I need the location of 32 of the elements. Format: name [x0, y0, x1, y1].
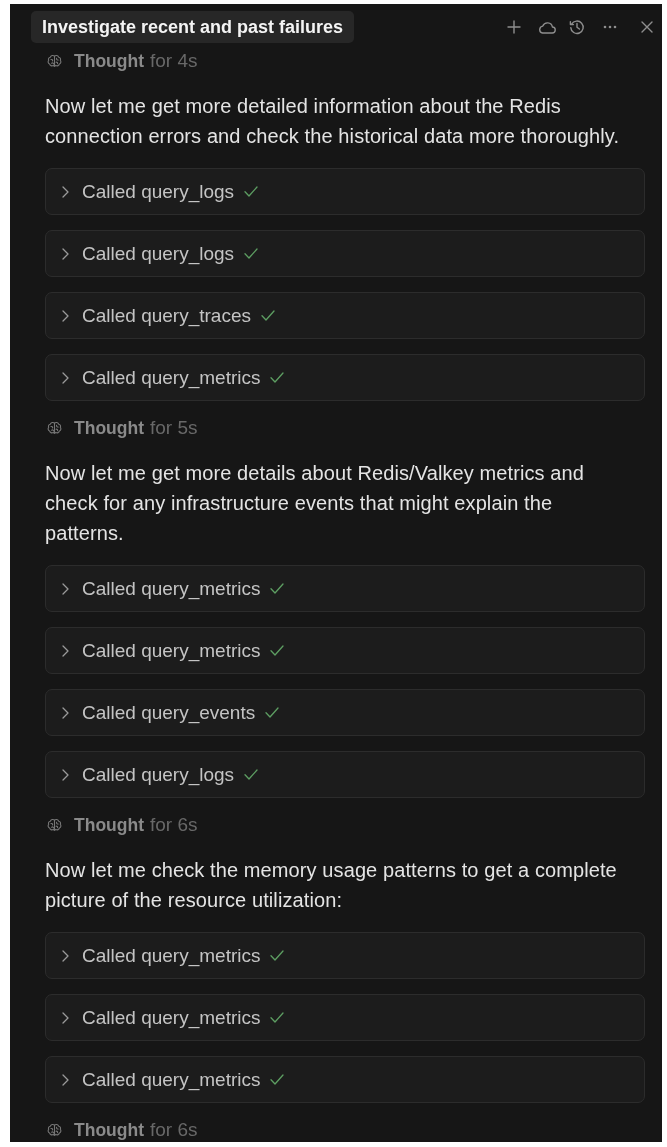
message-text: Now let me check the memory usage patterns to get a complete picture of the resource utilization: — [45, 858, 618, 913]
message-text: Now let me get more detailed information about the Redis connection errors and check the historical data more thoroughly. — [45, 94, 621, 149]
thought-label: Thought — [74, 417, 144, 439]
thought-label: Thought — [74, 814, 144, 836]
message-text: Now let me get more details about Redis/Valkey metrics and check for any infrastructure events that might explain the patterns. — [45, 461, 585, 546]
tool-call-row[interactable]: Called query_logs — [45, 751, 645, 798]
tool-call-row[interactable]: Called query_logs — [45, 168, 645, 215]
tool-call-row[interactable]: Called query_metrics — [45, 994, 645, 1041]
tool-call-row[interactable]: Called query_metrics — [45, 627, 645, 674]
tool-call-row[interactable]: Called query_metrics — [45, 932, 645, 979]
tool-call-row[interactable]: Called query_events — [45, 689, 645, 736]
brain-icon — [47, 818, 62, 832]
tool-call-row[interactable]: Called query_metrics — [45, 565, 645, 612]
thought-duration: for 6s — [149, 1119, 198, 1141]
brain-icon — [47, 421, 62, 435]
tool-call-row[interactable]: Called query_logs — [45, 230, 645, 277]
brain-icon — [47, 54, 62, 68]
thought-label: Thought — [74, 1119, 144, 1141]
tool-call-row[interactable]: Called query_metrics — [45, 1056, 645, 1103]
thought-duration: for 5s — [149, 417, 198, 439]
thought-duration: for 4s — [149, 50, 198, 72]
cloud-icon[interactable] — [538, 20, 556, 34]
history-icon[interactable] — [569, 19, 585, 35]
more-icon[interactable] — [603, 25, 617, 29]
conversation-tab[interactable]: Investigate recent and past failures — [31, 11, 355, 43]
close-icon[interactable] — [641, 21, 653, 33]
brain-icon — [47, 1123, 62, 1137]
tool-call-row[interactable]: Called query_metrics — [45, 354, 645, 401]
thought-label: Thought — [74, 50, 144, 72]
thought-duration: for 6s — [149, 814, 198, 836]
tool-call-row[interactable]: Called query_traces — [45, 292, 645, 339]
plus-icon[interactable] — [507, 20, 521, 34]
